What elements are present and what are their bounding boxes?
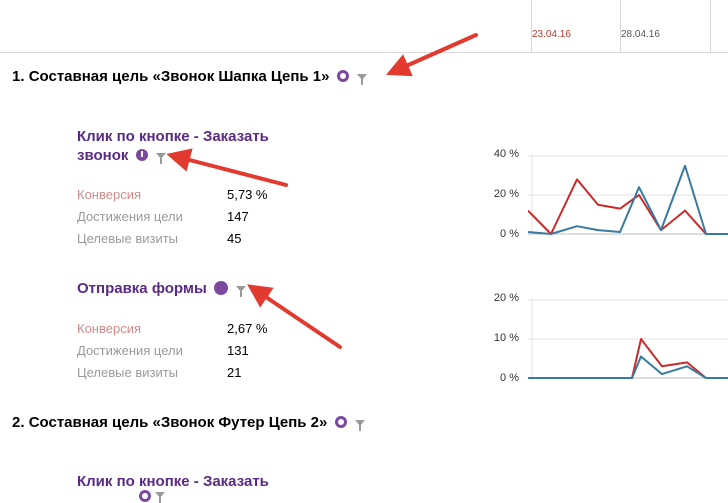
y-tick-label: 40 % xyxy=(493,148,519,160)
conversion-sparkline-chart xyxy=(528,299,728,379)
metric-label-reaches: Достижения цели xyxy=(77,209,183,224)
y-tick-label: 0 % xyxy=(500,228,519,240)
filter-funnel-icon[interactable] xyxy=(354,420,365,431)
url-badge-icon xyxy=(213,281,228,295)
goal-step-title[interactable]: Отправка формы xyxy=(77,279,247,298)
header-divider xyxy=(0,52,728,53)
timeline-gridline xyxy=(620,0,621,52)
goal-step-title[interactable]: Клик по кнопке - Заказать звонок xyxy=(77,127,269,165)
goal-number: 1. xyxy=(12,68,25,85)
blue-series-line xyxy=(528,355,728,379)
metric-label-conversion: Конверсия xyxy=(77,321,142,336)
metric-value-visits: 21 xyxy=(227,365,242,380)
goal-step-title-line: Клик по кнопке - Заказать xyxy=(77,128,269,145)
goal-name: Составная цель «Звонок Футер Цепь 2» xyxy=(28,414,328,431)
annotation-arrow xyxy=(247,284,342,349)
goal-number: 2. xyxy=(12,414,25,431)
y-tick-label: 20 % xyxy=(493,292,519,304)
metric-label-reaches: Достижения цели xyxy=(77,343,183,358)
metric-value-conversion: 2,67 % xyxy=(227,321,268,336)
metric-label-conversion: Конверсия xyxy=(77,187,142,202)
goal-step-title-line: Отправка формы xyxy=(77,280,207,297)
goal-step-title-line: Клик по кнопке - Заказать xyxy=(77,473,269,490)
goal-title[interactable]: 2. Составная цель «Звонок Футер Цепь 2» xyxy=(12,414,365,431)
metric-label-visits: Целевые визиты xyxy=(77,365,179,380)
goal-step-title[interactable]: Клик по кнопке - Заказать xyxy=(77,472,269,491)
filter-funnel-icon[interactable] xyxy=(356,74,367,85)
exclamation-badge-icon xyxy=(135,149,148,161)
metric-value-reaches: 147 xyxy=(227,209,249,224)
composite-goal-badge-icon xyxy=(336,70,349,82)
y-tick-label: 20 % xyxy=(493,188,519,200)
metric-value-conversion: 5,73 % xyxy=(227,187,268,202)
conversion-sparkline-chart xyxy=(528,155,728,235)
metric-label-visits: Целевые визиты xyxy=(77,231,179,246)
timeline-date: 28.04.16 xyxy=(621,29,660,40)
goal-name: Составная цель «Звонок Шапка Цепь 1» xyxy=(28,68,330,85)
filter-funnel-icon[interactable] xyxy=(155,153,166,164)
goal-step-title-line: звонок xyxy=(77,147,129,164)
timeline-gridline xyxy=(710,0,711,52)
filter-funnel-icon[interactable] xyxy=(236,286,247,297)
timeline-date: 23.04.16 xyxy=(532,29,571,40)
filter-funnel-icon[interactable] xyxy=(155,492,165,503)
y-tick-label: 10 % xyxy=(493,332,519,344)
metric-value-visits: 45 xyxy=(227,231,242,246)
exclamation-badge-icon xyxy=(139,490,151,502)
timeline-gridline xyxy=(531,0,532,52)
composite-goal-badge-icon xyxy=(334,416,347,428)
goal-title[interactable]: 1. Составная цель «Звонок Шапка Цепь 1» xyxy=(12,68,367,85)
metric-value-reaches: 131 xyxy=(227,343,249,358)
y-tick-label: 0 % xyxy=(500,372,519,384)
